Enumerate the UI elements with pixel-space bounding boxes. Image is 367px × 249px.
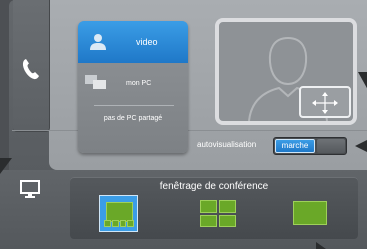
callout-arrow — [316, 242, 326, 249]
pc-icon — [84, 74, 108, 92]
self-view-label: autovisualisation — [197, 140, 257, 149]
layout-main-tile — [106, 202, 133, 222]
toggle-knob[interactable] — [317, 139, 345, 153]
self-view-toggle[interactable]: marche — [273, 137, 347, 155]
layout-thumbnail-row — [104, 220, 134, 227]
source-pc-label: mon PC — [126, 80, 152, 87]
user-icon — [89, 33, 107, 51]
callout-arrow — [358, 72, 367, 90]
source-video[interactable]: video — [78, 21, 188, 63]
source-pc[interactable]: mon PC — [78, 63, 188, 105]
divider — [12, 130, 367, 131]
layout-option-main-plus-thumbnails[interactable] — [99, 195, 138, 232]
toggle-value: marche — [275, 139, 315, 153]
move-icon — [312, 92, 338, 114]
phone-icon[interactable] — [20, 56, 42, 82]
source-none[interactable]: pas de PC partagé — [78, 115, 188, 122]
source-video-label: video — [136, 37, 158, 47]
source-divider — [94, 105, 174, 106]
conference-layout-title: fenêtrage de conférence — [159, 181, 269, 192]
layout-option-grid[interactable] — [200, 200, 236, 227]
layout-option-single[interactable] — [293, 201, 327, 225]
callout-arrow — [0, 158, 12, 174]
callout-arrow — [355, 140, 367, 152]
move-preview-button[interactable] — [299, 86, 351, 118]
self-view-preview — [215, 18, 357, 125]
monitor-icon[interactable] — [19, 179, 41, 199]
source-list: video mon PC pas de PC partagé — [78, 21, 188, 153]
